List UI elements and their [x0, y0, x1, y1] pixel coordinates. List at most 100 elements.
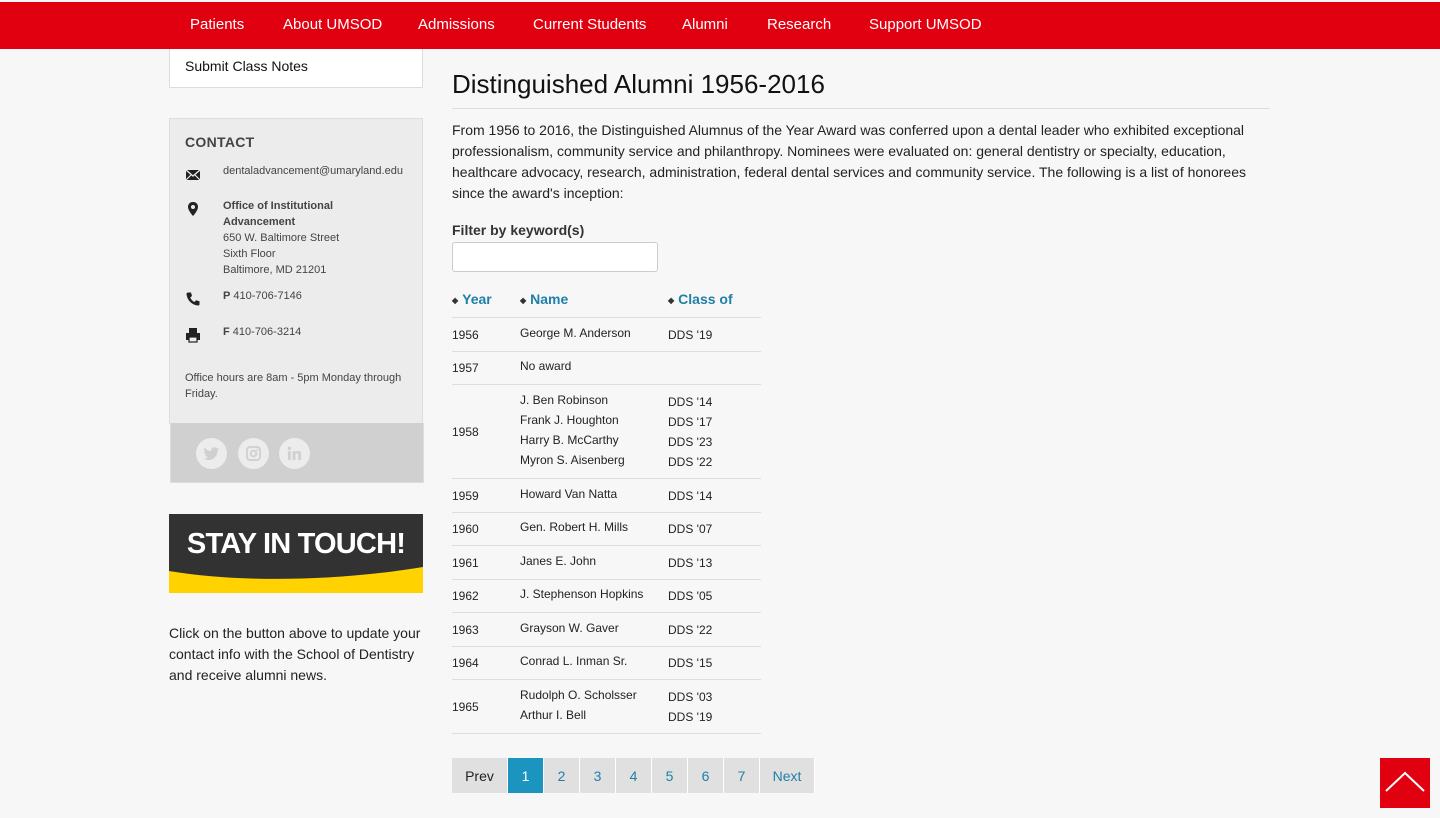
class-cell: DDS '03 [668, 690, 713, 704]
fax-printer-icon [186, 328, 200, 343]
nav-admissions[interactable]: Admissions [418, 2, 495, 48]
page-3-button[interactable]: 3 [580, 758, 616, 793]
office-hours: Office hours are 8am - 5pm Monday throug… [185, 372, 402, 400]
class-cell: DDS '22 [668, 622, 713, 637]
map-pin-icon [188, 202, 198, 216]
year-cell: 1960 [452, 522, 479, 537]
class-cell: DDS '14 [668, 488, 713, 503]
nav-research[interactable]: Research [767, 2, 831, 48]
banner-yellow-swoosh [169, 567, 423, 593]
filter-label: Filter by keyword(s) [452, 222, 585, 238]
table-row: 1960 Gen. Robert H. Mills DDS '07 [452, 511, 761, 546]
sort-arrows-icon: ◆ [452, 296, 459, 305]
name-cell: Janes E. John [520, 553, 597, 568]
back-to-top-button[interactable] [1380, 758, 1430, 808]
table-row: 1957 No award [452, 350, 761, 385]
title-divider [452, 108, 1270, 109]
nav-patients[interactable]: Patients [190, 2, 244, 48]
class-cell: DDS '15 [668, 656, 713, 671]
contact-email[interactable]: dentaladvancement@umaryland.edu [223, 163, 413, 179]
class-header-label: Class of [678, 291, 733, 307]
stay-in-touch-note: Click on the button above to update your… [169, 625, 421, 683]
table-row: 1964 Conrad L. Inman Sr. DDS '15 [452, 645, 761, 680]
submit-class-notes-link[interactable]: Submit Class Notes [169, 49, 423, 88]
sort-arrows-icon: ◆ [668, 296, 675, 305]
next-page-button[interactable]: Next [760, 758, 815, 793]
phone-number[interactable]: 410-706-7146 [233, 290, 302, 302]
address-line1: 650 W. Baltimore Street [223, 232, 340, 244]
name-cell: J. Ben Robinson [520, 393, 609, 407]
name-header-label: Name [530, 291, 569, 307]
stay-in-touch-banner[interactable]: STAY IN TOUCH! [169, 514, 423, 593]
pagination: Prev 1 2 3 4 5 6 7 Next [452, 758, 815, 793]
contact-box: CONTACT dentaladvancement@umaryland.edu … [169, 118, 424, 483]
class-cell: DDS '17 [668, 415, 713, 429]
social-links [170, 423, 424, 483]
name-cell: Howard Van Natta [520, 486, 618, 501]
table-row: 1965 Rudolph O. Scholsser Arthur I. Bell DD… [452, 679, 761, 733]
year-cell: 1959 [452, 488, 479, 503]
phone-icon [186, 292, 200, 306]
twitter-icon[interactable] [196, 438, 227, 469]
contact-address: Office of Institutional Advancement 650 … [223, 198, 413, 278]
name-cell: Conrad L. Inman Sr. [520, 654, 628, 669]
nav-about-umsod[interactable]: About UMSOD [283, 2, 382, 48]
class-cell: DDS '07 [668, 522, 713, 537]
fax-number: 410-706-3214 [232, 326, 302, 338]
sort-class-header[interactable]: ◆ Class of [668, 282, 733, 317]
name-cell: Harry B. McCarthy [520, 433, 619, 447]
name-cell: Myron S. Aisenberg [520, 453, 625, 467]
sort-arrows-icon: ◆ [520, 296, 527, 305]
office-name-line1: Office of Institutional [223, 200, 333, 212]
name-cell: Arthur I. Bell [520, 708, 587, 722]
page-1-button[interactable]: 1 [508, 758, 544, 793]
phone-prefix: P [223, 290, 231, 302]
sidebar: Submit Class Notes CONTACT dentaladvance… [169, 49, 424, 683]
prev-page-button[interactable]: Prev [452, 758, 508, 793]
name-cell: J. Stephenson Hopkins [520, 587, 644, 602]
contact-phone: P 410-706-7146 [223, 288, 413, 304]
intro-paragraph: From 1956 to 2016, the Distinguished Alu… [452, 122, 1246, 201]
class-cell: DDS '05 [668, 589, 713, 604]
year-cell: 1962 [452, 589, 479, 604]
chevron-up-icon [1385, 771, 1425, 792]
name-cell: No award [520, 359, 572, 374]
page-4-button[interactable]: 4 [616, 758, 652, 793]
fax-prefix: F [223, 326, 230, 338]
year-header-label: Year [462, 291, 492, 307]
year-cell: 1964 [452, 656, 479, 671]
page-5-button[interactable]: 5 [652, 758, 688, 793]
name-cell: Grayson W. Gaver [520, 620, 619, 635]
table-row: 1958 J. Ben Robinson Frank J. Houghton Harr… [452, 384, 761, 478]
name-cell: Gen. Robert H. Mills [520, 520, 629, 535]
page-2-button[interactable]: 2 [544, 758, 580, 793]
year-cell: 1956 [452, 327, 479, 342]
instagram-icon[interactable] [238, 438, 269, 469]
nav-alumni[interactable]: Alumni [682, 2, 728, 48]
table-row: 1959 Howard Van Natta DDS '14 [452, 478, 761, 512]
table-row: 1963 Grayson W. Gaver DDS '22 [452, 612, 761, 646]
table-bottom-border [452, 733, 761, 734]
class-cell: DDS '13 [668, 555, 713, 570]
table-row: 1961 Janes E. John DDS '13 [452, 545, 761, 579]
address-line3: Baltimore, MD 21201 [223, 264, 327, 276]
class-cell: DDS '22 [668, 455, 713, 469]
class-cell: DDS '19 [668, 710, 713, 724]
nav-current-students[interactable]: Current Students [533, 2, 646, 48]
sort-year-header[interactable]: ◆ Year [452, 282, 492, 317]
year-cell: 1963 [452, 622, 479, 637]
filter-keyword-input[interactable] [452, 242, 658, 272]
contact-heading: CONTACT [185, 134, 255, 150]
year-cell: 1961 [452, 555, 479, 570]
linkedin-icon[interactable] [279, 438, 310, 469]
contact-fax: F 410-706-3214 [223, 324, 413, 340]
class-cell: DDS '23 [668, 435, 713, 449]
page-title: Distinguished Alumni 1956-2016 [452, 69, 825, 99]
nav-support-umsod[interactable]: Support UMSOD [869, 2, 982, 48]
stay-in-touch-text: STAY IN TOUCH! [186, 528, 406, 560]
name-cell: Frank J. Houghton [520, 413, 619, 427]
sort-name-header[interactable]: ◆ Name [520, 282, 568, 317]
page-6-button[interactable]: 6 [688, 758, 724, 793]
table-row: 1956 George M. Anderson DDS '19 [452, 317, 761, 351]
page-7-button[interactable]: 7 [724, 758, 760, 793]
